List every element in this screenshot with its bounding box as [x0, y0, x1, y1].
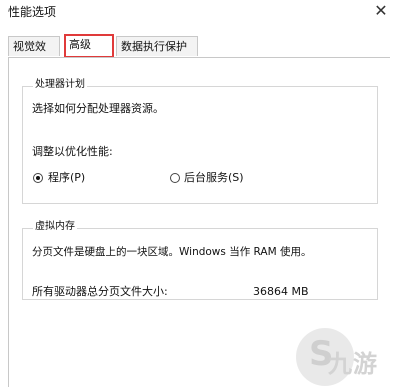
tab-visual-effects[interactable]: 视觉效果	[8, 36, 60, 73]
virtual-memory-label: 虚拟内存	[33, 221, 77, 233]
radio-background-services[interactable]	[170, 173, 180, 183]
processor-scheduling-label: 处理器计划	[33, 79, 87, 91]
close-icon: ✕	[374, 1, 388, 20]
radio-programs-label[interactable]: 程序(P)	[48, 171, 85, 185]
tab-advanced[interactable]: 高级	[64, 34, 114, 58]
radio-background-services-label[interactable]: 后台服务(S)	[184, 171, 244, 185]
virtual-memory-description: 分页文件是硬盘上的一块区域。Windows 当作 RAM 使用。	[32, 246, 312, 258]
tab-bar: 视觉效果 高级 数据执行保护	[8, 34, 388, 73]
performance-options-dialog: 性能选项 ✕ 视觉效果 高级 数据执行保护 处理器计划 选择如何分配处理器资源。…	[0, 0, 398, 388]
close-button[interactable]: ✕	[372, 2, 390, 20]
paging-file-total-value: 36864 MB	[253, 285, 309, 298]
adjust-performance-label: 调整以优化性能:	[32, 145, 113, 158]
window-title: 性能选项	[8, 5, 57, 19]
title-bar: 性能选项 ✕	[0, 0, 398, 30]
paging-file-total-label: 所有驱动器总分页文件大小:	[32, 285, 168, 298]
processor-description: 选择如何分配处理器资源。	[32, 102, 164, 115]
radio-programs[interactable]	[33, 173, 43, 183]
tab-data-execution-prevention[interactable]: 数据执行保护	[116, 36, 198, 56]
